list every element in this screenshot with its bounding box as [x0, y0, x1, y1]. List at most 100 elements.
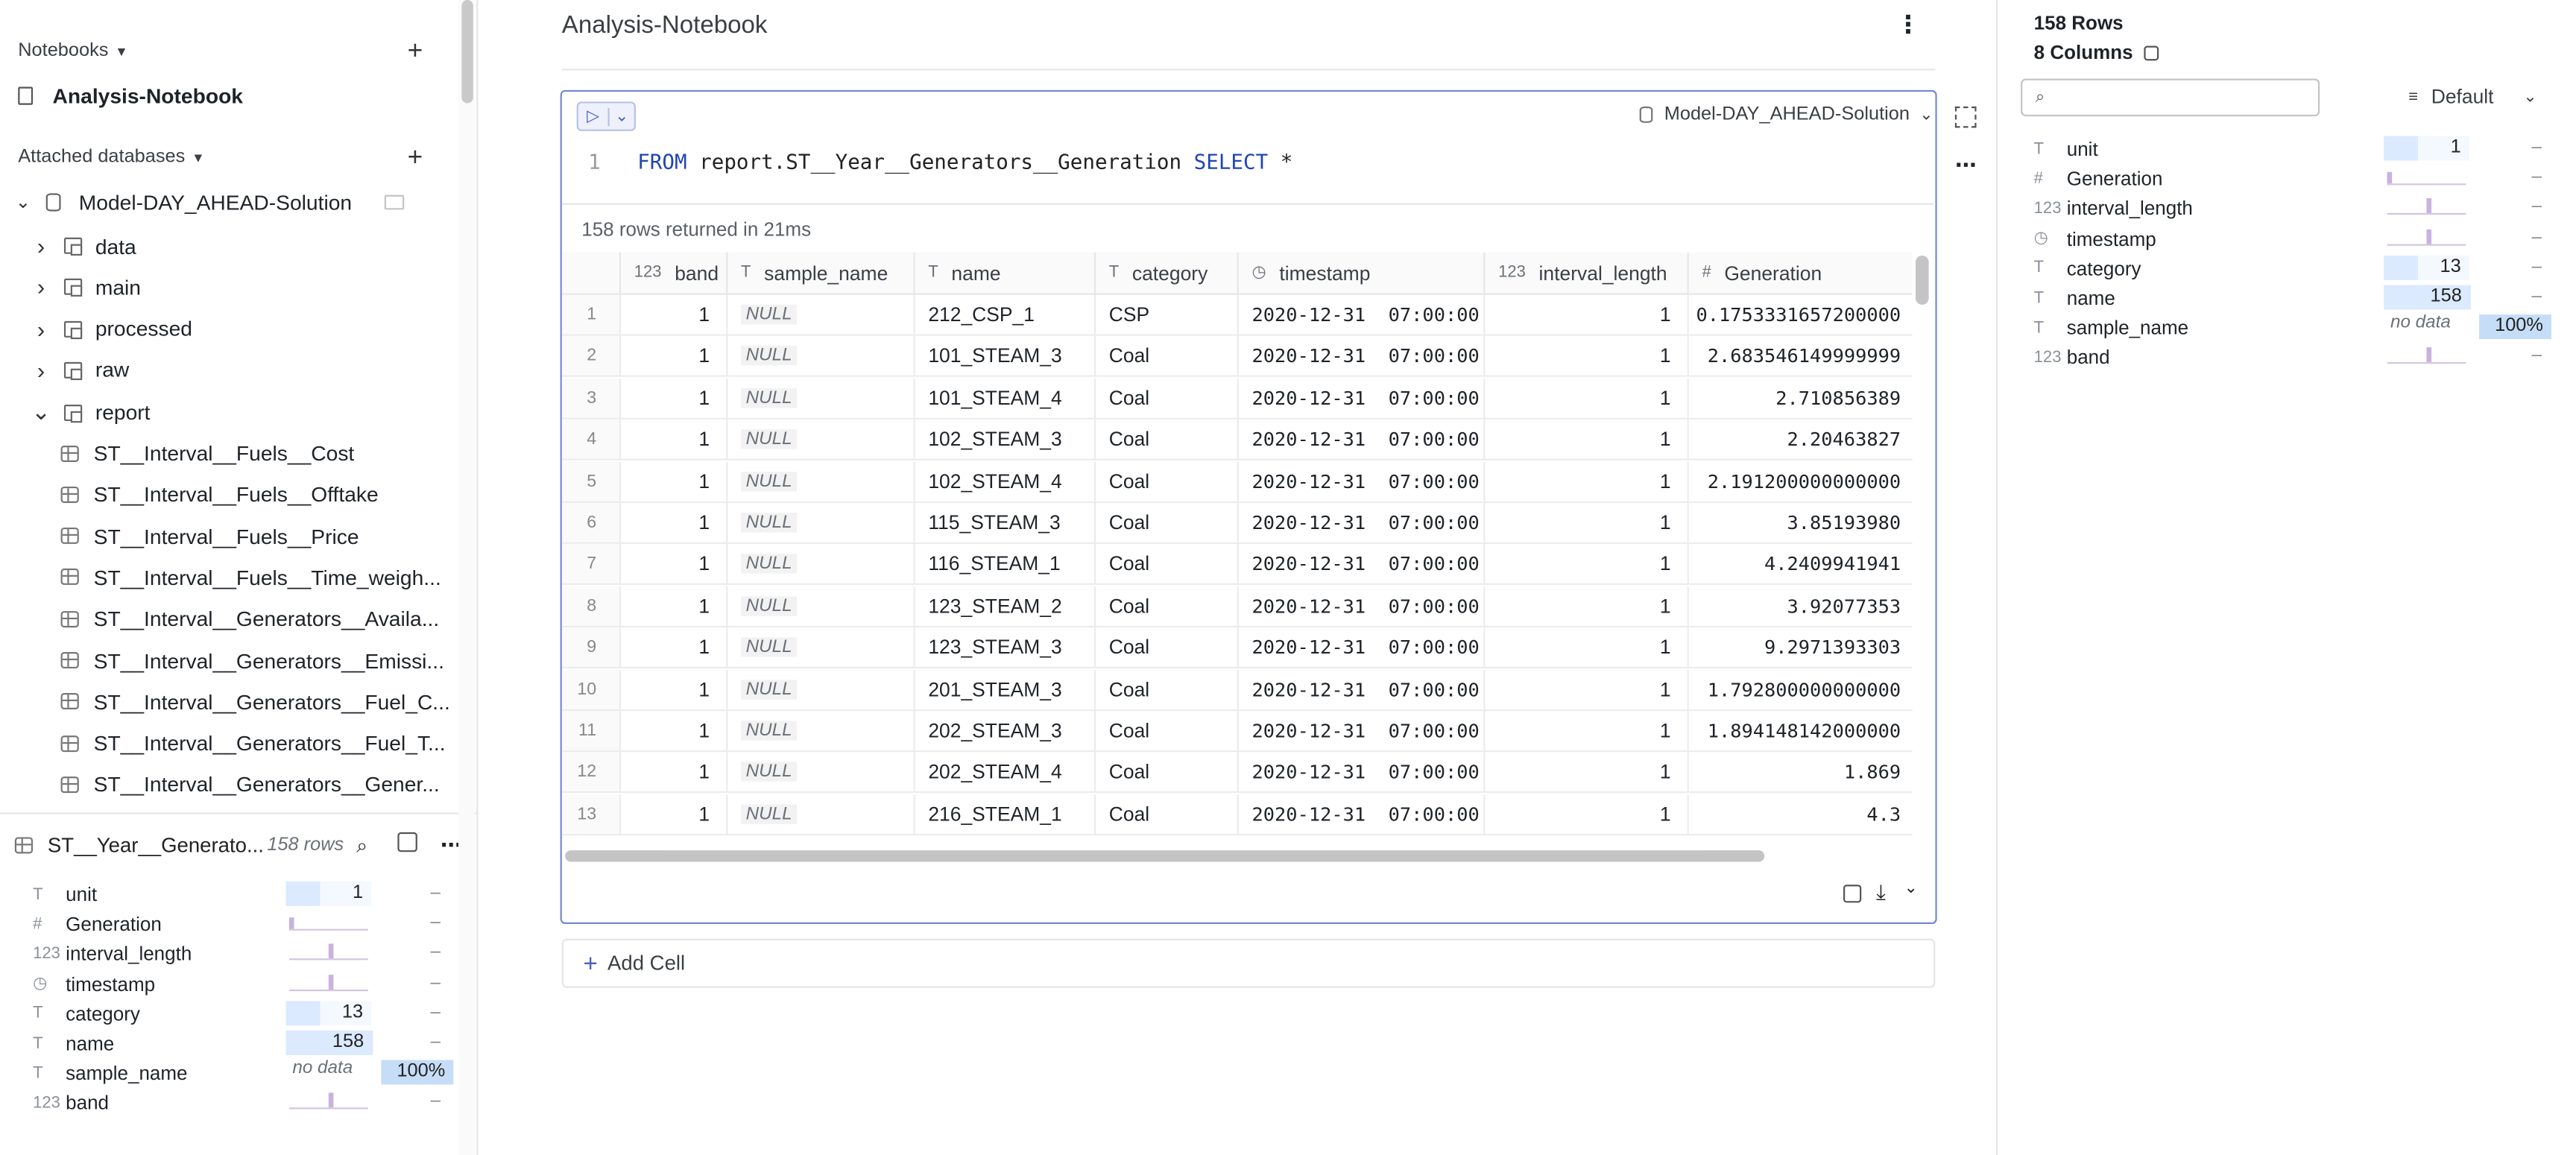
- table-cell[interactable]: 123_STEAM_3: [915, 627, 1096, 669]
- table-cell[interactable]: 216_STEAM_1: [915, 794, 1096, 835]
- table-item-4[interactable]: ST__Interval__Generators__Availa...: [60, 607, 439, 631]
- table-cell[interactable]: 1: [621, 794, 728, 835]
- search-icon[interactable]: ⌕: [356, 834, 367, 858]
- table-cell[interactable]: 1.869: [1688, 753, 1913, 794]
- table-cell[interactable]: 1: [1485, 420, 1689, 461]
- inspector-column-5[interactable]: Tname: [33, 1032, 114, 1055]
- table-cell[interactable]: 1: [1485, 294, 1689, 336]
- notebook-menu-icon[interactable]: ⋮: [1896, 10, 1921, 39]
- table-cell[interactable]: 1: [621, 711, 728, 753]
- summary-column-2[interactable]: 123 interval_length: [2034, 197, 2193, 221]
- table-cell[interactable]: NULL: [727, 586, 915, 627]
- grid-vertical-scrollbar[interactable]: [1915, 255, 1929, 305]
- table-cell[interactable]: NULL: [727, 627, 915, 669]
- table-cell[interactable]: 1: [621, 544, 728, 586]
- run-options-chevron-icon[interactable]: ⌄: [607, 107, 634, 126]
- table-cell[interactable]: 115_STEAM_3: [915, 502, 1096, 544]
- summary-column-6[interactable]: Tsample_name: [2034, 317, 2188, 340]
- table-cell[interactable]: Coal: [1096, 336, 1239, 378]
- copy-icon[interactable]: [2144, 45, 2159, 60]
- table-cell[interactable]: 4.2409941941: [1688, 545, 1913, 586]
- table-cell[interactable]: 1: [1485, 378, 1689, 420]
- table-cell[interactable]: Coal: [1096, 627, 1239, 669]
- table-cell[interactable]: 2020-12-31 07:00:00: [1238, 378, 1486, 420]
- table-cell[interactable]: 1: [1485, 794, 1689, 835]
- table-cell[interactable]: NULL: [727, 420, 915, 461]
- table-cell[interactable]: 1: [621, 461, 728, 503]
- column-header-sample_name[interactable]: Tsample_name: [727, 252, 915, 295]
- column-header-timestamp[interactable]: ◷ timestamp: [1238, 252, 1486, 295]
- database-item[interactable]: ⌄ Model-DAY_AHEAD-Solution: [13, 190, 405, 215]
- attach-database-button[interactable]: +: [408, 145, 423, 172]
- attached-databases-header[interactable]: Attached databases ▼: [18, 148, 204, 167]
- table-cell[interactable]: 1: [621, 753, 728, 794]
- inspector-column-7[interactable]: 123 band: [33, 1092, 109, 1115]
- table-cell[interactable]: 2020-12-31 07:00:00: [1238, 420, 1486, 461]
- table-cell[interactable]: 2.20463827: [1688, 420, 1913, 461]
- table-item-8[interactable]: ST__Interval__Generators__Gener...: [60, 772, 440, 797]
- table-cell[interactable]: Coal: [1096, 461, 1239, 503]
- table-cell[interactable]: 2020-12-31 07:00:00: [1238, 544, 1486, 586]
- table-cell[interactable]: 1: [621, 502, 728, 544]
- table-cell[interactable]: 1: [1485, 461, 1689, 503]
- table-cell[interactable]: 1: [621, 294, 728, 336]
- table-cell[interactable]: 1.894148142000000: [1688, 711, 1913, 753]
- table-cell[interactable]: 4.3: [1688, 794, 1913, 835]
- sidebar-scrollbar-thumb[interactable]: [461, 0, 473, 104]
- schema-item-0[interactable]: › data: [31, 232, 136, 259]
- inspector-column-3[interactable]: ◷ timestamp: [33, 972, 155, 996]
- table-cell[interactable]: 1: [1485, 753, 1689, 794]
- table-cell[interactable]: Coal: [1096, 586, 1239, 627]
- table-cell[interactable]: 201_STEAM_3: [915, 669, 1096, 711]
- table-cell[interactable]: 2020-12-31 07:00:00: [1238, 586, 1486, 627]
- table-cell[interactable]: Coal: [1096, 711, 1239, 753]
- table-cell[interactable]: 202_STEAM_4: [915, 753, 1096, 794]
- schema-item-4[interactable]: ⌄ report: [31, 399, 150, 426]
- summary-column-4[interactable]: Tcategory: [2034, 257, 2141, 280]
- table-cell[interactable]: 3.85193980: [1688, 503, 1913, 544]
- table-cell[interactable]: 2.710856389: [1688, 378, 1913, 420]
- schema-item-1[interactable]: › main: [31, 274, 141, 300]
- query-cell[interactable]: ▷ ⌄ Model-DAY_AHEAD-Solution ⌄ 1 FROM re…: [560, 89, 1937, 925]
- table-cell[interactable]: 202_STEAM_3: [915, 711, 1096, 753]
- summary-column-5[interactable]: Tname: [2034, 287, 2115, 310]
- inspector-column-2[interactable]: 123 interval_length: [33, 943, 192, 966]
- table-cell[interactable]: 102_STEAM_3: [915, 420, 1096, 461]
- inspector-column-6[interactable]: Tsample_name: [33, 1062, 187, 1085]
- table-cell[interactable]: 1: [1485, 669, 1689, 711]
- summary-column-7[interactable]: 123 band: [2034, 346, 2110, 370]
- summary-column-0[interactable]: Tunit: [2034, 138, 2098, 161]
- table-cell[interactable]: 2020-12-31 07:00:00: [1238, 461, 1486, 503]
- table-cell[interactable]: NULL: [727, 669, 915, 711]
- table-cell[interactable]: 1: [1485, 544, 1689, 586]
- table-cell[interactable]: NULL: [727, 753, 915, 794]
- column-search[interactable]: ⌕: [2021, 78, 2320, 117]
- copy-icon[interactable]: [1843, 885, 1862, 903]
- table-cell[interactable]: Coal: [1096, 794, 1239, 835]
- table-cell[interactable]: Coal: [1096, 378, 1239, 420]
- table-item-6[interactable]: ST__Interval__Generators__Fuel_C...: [60, 689, 450, 714]
- table-cell[interactable]: 3.92077353: [1688, 586, 1913, 627]
- table-cell[interactable]: 1: [1485, 336, 1689, 378]
- table-cell[interactable]: Coal: [1096, 420, 1239, 461]
- table-cell[interactable]: 1: [1485, 586, 1689, 627]
- table-cell[interactable]: 1: [1485, 711, 1689, 753]
- table-cell[interactable]: 1: [1485, 502, 1689, 544]
- table-cell[interactable]: Coal: [1096, 502, 1239, 544]
- table-cell[interactable]: NULL: [727, 336, 915, 378]
- table-cell[interactable]: 1: [621, 420, 728, 461]
- table-cell[interactable]: NULL: [727, 711, 915, 753]
- chevron-down-icon[interactable]: ⌄: [1904, 880, 1918, 898]
- add-notebook-button[interactable]: +: [408, 39, 423, 66]
- table-cell[interactable]: 102_STEAM_4: [915, 461, 1096, 503]
- table-cell[interactable]: NULL: [727, 544, 915, 586]
- table-cell[interactable]: 1: [621, 669, 728, 711]
- table-cell[interactable]: 1.792800000000000: [1688, 669, 1913, 711]
- table-item-3[interactable]: ST__Interval__Fuels__Time_weigh...: [60, 565, 441, 589]
- table-cell[interactable]: 123_STEAM_2: [915, 586, 1096, 627]
- table-cell[interactable]: 1: [621, 336, 728, 378]
- table-cell[interactable]: 101_STEAM_4: [915, 378, 1096, 420]
- run-button[interactable]: ▷: [578, 107, 608, 125]
- column-header-category[interactable]: Tcategory: [1096, 252, 1239, 295]
- table-cell[interactable]: 2020-12-31 07:00:00: [1238, 711, 1486, 753]
